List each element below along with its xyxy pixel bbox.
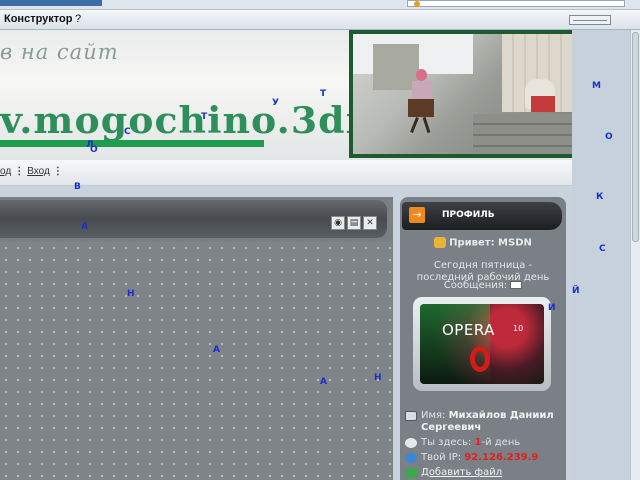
- content-dotted-area: [0, 242, 393, 480]
- scatter-letter: С: [124, 127, 131, 137]
- main-panel-header: ◉ ▤ ✕: [0, 200, 387, 238]
- eye-icon[interactable]: ◉: [331, 216, 345, 230]
- address-selection[interactable]: [0, 0, 102, 6]
- scatter-letter: О: [90, 145, 98, 155]
- scatter-letter: К: [596, 192, 604, 202]
- settings-icon[interactable]: ▤: [347, 216, 361, 230]
- ip-value: 92.126.239.9: [464, 452, 539, 463]
- arrow-right-icon: →: [409, 207, 425, 223]
- right-edge-background: [572, 30, 630, 480]
- add-file-row[interactable]: Добавить файл: [405, 467, 565, 479]
- header-green-bar: [0, 140, 264, 147]
- globe-icon: [405, 453, 417, 463]
- clock-icon: [405, 438, 417, 448]
- profile-title-bar: → ПРОФИЛЬ: [402, 202, 562, 230]
- help-link[interactable]: ?: [75, 13, 81, 25]
- scatter-letter: Т: [320, 89, 327, 99]
- ip-label: Твой IP:: [421, 452, 462, 463]
- opera-version: 10: [513, 324, 524, 333]
- add-file-link[interactable]: Добавить файл: [421, 467, 502, 478]
- scatter-letter: Н: [127, 289, 135, 299]
- header-photo: [349, 30, 572, 158]
- search-engine-icon: [414, 1, 420, 7]
- profile-sidebar: → ПРОФИЛЬ Привет: MSDN Сегодня пятница -…: [400, 197, 566, 480]
- scatter-letter: С: [599, 244, 606, 254]
- nav-links: од ⋮ Вход ⋮: [0, 166, 63, 177]
- scatter-letter: В: [74, 182, 81, 192]
- toolbar-slider[interactable]: [569, 15, 611, 25]
- nav-bar: од ⋮ Вход ⋮: [0, 160, 572, 186]
- nav-link-login[interactable]: Вход: [27, 166, 50, 177]
- scatter-letter: Т: [201, 112, 208, 122]
- name-label: Имя:: [421, 410, 446, 421]
- close-icon[interactable]: ✕: [363, 216, 377, 230]
- opera-logo-icon: [470, 346, 490, 372]
- scatter-letter: А: [320, 377, 327, 387]
- opera-brand: OPERA: [442, 321, 495, 339]
- scrollbar-thumb[interactable]: [632, 32, 639, 242]
- scatter-letter: У: [272, 98, 279, 108]
- vertical-scrollbar[interactable]: [630, 30, 640, 480]
- nav-link-first[interactable]: од: [0, 166, 11, 177]
- days-row: Ты здесь: 1-й день: [405, 437, 565, 449]
- envelope-icon[interactable]: [510, 281, 523, 289]
- scatter-letter: И: [548, 303, 556, 313]
- messages-label: Сообщения:: [443, 280, 508, 291]
- greeting-text: Привет: MSDN: [449, 237, 532, 249]
- main-content-panel: ◉ ▤ ✕: [0, 197, 393, 480]
- scatter-letter: А: [213, 345, 220, 355]
- here-label: Ты здесь:: [421, 437, 472, 448]
- scatter-letter: О: [605, 132, 613, 142]
- ip-row: Твой IP: 92.126.239.9: [405, 452, 565, 464]
- users-icon: [434, 237, 447, 248]
- search-box[interactable]: [407, 0, 625, 7]
- builder-toolbar: Конструктор ?: [0, 10, 640, 30]
- messages-row[interactable]: Сообщения:: [400, 280, 566, 291]
- opera-banner[interactable]: OPERA 10: [413, 297, 551, 391]
- scatter-letter: М: [592, 81, 601, 91]
- name-row: Имя: Михайлов Даниил Сергеевич: [405, 410, 565, 434]
- profile-title: ПРОФИЛЬ: [442, 210, 495, 220]
- user-info: Имя: Михайлов Даниил Сергеевич Ты здесь:…: [405, 410, 565, 480]
- greeting: Привет: MSDN: [400, 237, 566, 249]
- header-slogan: в на сайт: [0, 40, 119, 64]
- opera-banner-screen: OPERA 10: [420, 304, 544, 384]
- scatter-letter: Й: [572, 286, 580, 296]
- add-file-icon: [405, 468, 417, 478]
- scatter-letter: А: [81, 222, 88, 232]
- here-suffix: -й день: [481, 437, 521, 448]
- id-card-icon: [405, 411, 417, 421]
- browser-top-strip: [0, 0, 640, 10]
- scatter-letter: Н: [374, 373, 382, 383]
- panel-icons: ◉ ▤ ✕: [331, 215, 379, 230]
- toolbar-title[interactable]: Конструктор: [4, 13, 72, 25]
